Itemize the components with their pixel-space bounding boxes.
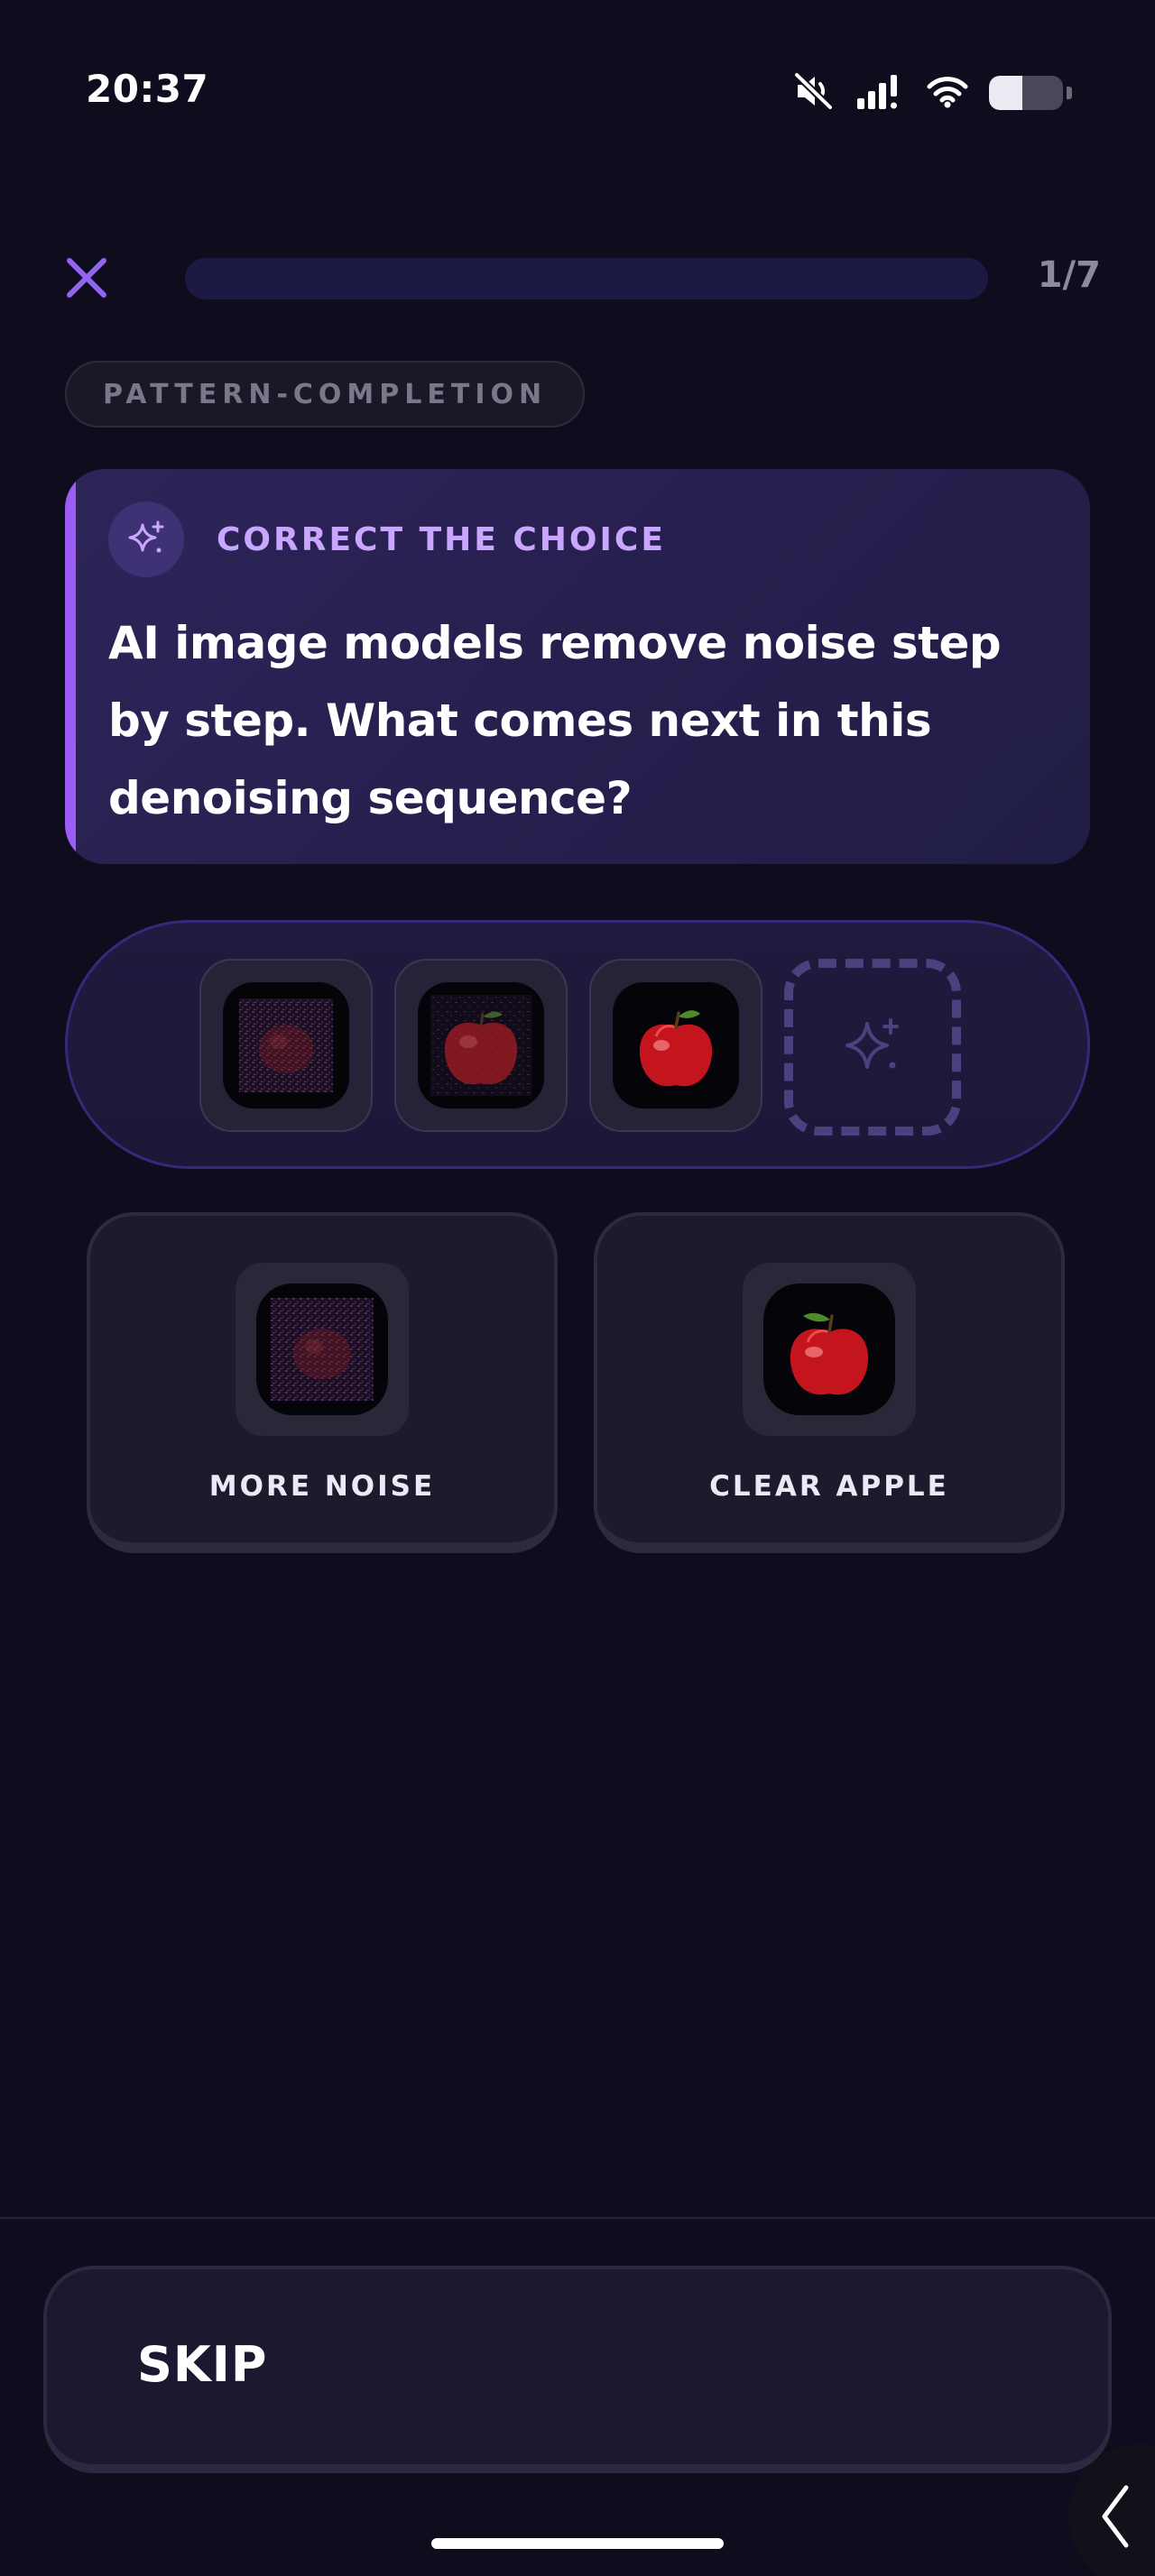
chevron-left-icon bbox=[1102, 2485, 1129, 2548]
home-indicator[interactable] bbox=[431, 2538, 724, 2549]
question-kicker: CORRECT THE CHOICE bbox=[217, 521, 666, 558]
sparkle-icon bbox=[128, 520, 164, 553]
status-bar: 20:37 bbox=[0, 0, 1155, 180]
close-icon bbox=[67, 258, 106, 298]
option-label: CLEAR APPLE bbox=[709, 1470, 949, 1503]
very-noisy-apple-image bbox=[256, 1283, 388, 1415]
lesson-progress-bar bbox=[185, 258, 988, 299]
sparkle-badge bbox=[108, 501, 184, 577]
skip-button[interactable]: SKIP bbox=[43, 2266, 1112, 2473]
category-badge: PATTERN-COMPLETION bbox=[65, 361, 586, 428]
option-thumbnail bbox=[236, 1263, 409, 1436]
battery-cap bbox=[1067, 87, 1072, 99]
progress-counter: 1/7 bbox=[1037, 254, 1101, 296]
status-time: 20:37 bbox=[86, 67, 209, 111]
status-icons bbox=[792, 69, 1072, 117]
footer-divider bbox=[0, 2217, 1155, 2219]
battery-icon bbox=[989, 76, 1063, 110]
sequence-item-2 bbox=[394, 959, 568, 1132]
battery-level bbox=[989, 76, 1022, 110]
option-label: MORE NOISE bbox=[208, 1470, 436, 1503]
answer-slot[interactable] bbox=[784, 959, 961, 1136]
question-accent-bar bbox=[65, 469, 76, 864]
sequence-panel bbox=[65, 920, 1090, 1169]
option-thumbnail bbox=[743, 1263, 916, 1436]
clear-apple-image bbox=[613, 982, 739, 1109]
skip-label: SKIP bbox=[137, 2336, 268, 2393]
sparkle-icon bbox=[845, 1018, 899, 1069]
option-more-noise[interactable]: MORE NOISE bbox=[87, 1212, 558, 1553]
sequence-item-3 bbox=[589, 959, 762, 1132]
lesson-screen: 20:37 1/7 PATTERN-COMPLETION CORRECT THE… bbox=[0, 0, 1155, 2576]
question-text: AI image models remove noise step by ste… bbox=[108, 617, 1002, 824]
signal-icon bbox=[855, 73, 906, 113]
option-clear-apple[interactable]: CLEAR APPLE bbox=[594, 1212, 1065, 1553]
question-card: CORRECT THE CHOICE AI image models remov… bbox=[65, 469, 1090, 864]
wifi-icon bbox=[926, 74, 969, 112]
clear-apple-image bbox=[763, 1283, 895, 1415]
close-button[interactable] bbox=[60, 251, 114, 305]
very-noisy-apple-image bbox=[223, 982, 349, 1109]
sequence-item-1 bbox=[199, 959, 373, 1132]
slightly-noisy-apple-image bbox=[418, 982, 544, 1109]
mute-icon bbox=[792, 71, 836, 115]
